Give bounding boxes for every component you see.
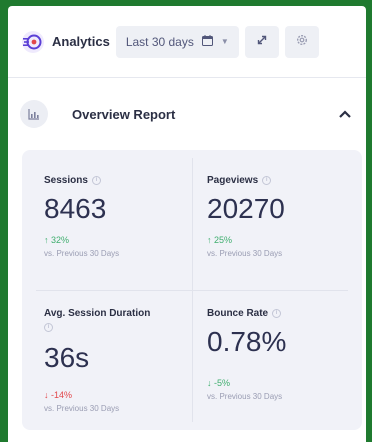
metric-change: 32%	[51, 235, 70, 245]
metric-change: -5%	[214, 378, 231, 388]
widget-header: Analytics Last 30 days ▼	[8, 6, 366, 78]
metric-compare: vs. Previous 30 Days	[207, 392, 283, 401]
metric-value: 0.78%	[207, 326, 287, 357]
arrow-down-icon: ↓	[207, 378, 212, 388]
metric-compare: vs. Previous 30 Days	[44, 249, 120, 258]
metric-pageviews: Pageviews i 20270 ↑ 25% vs. Previous 30 …	[192, 158, 348, 290]
section-title: Overview Report	[72, 106, 176, 122]
chevron-up-icon[interactable]	[338, 106, 352, 122]
info-icon[interactable]: i	[272, 309, 282, 318]
metric-sessions: Sessions i 8463 ↑ 32% vs. Previous 30 Da…	[36, 158, 192, 290]
metric-label: Sessions	[44, 175, 88, 186]
expand-icon	[256, 34, 268, 49]
metric-value: 36s	[44, 342, 90, 373]
date-range-label: Last 30 days	[125, 34, 194, 49]
metrics-card: Sessions i 8463 ↑ 32% vs. Previous 30 Da…	[22, 150, 362, 430]
info-icon[interactable]: i	[262, 176, 272, 185]
metric-compare: vs. Previous 30 Days	[44, 404, 120, 413]
date-range-dropdown[interactable]: Last 30 days ▼	[115, 25, 239, 58]
overview-report-header[interactable]: Overview Report	[8, 78, 366, 150]
metric-bounce-rate: Bounce Rate i 0.78% ↓ -5% vs. Previous 3…	[192, 290, 348, 422]
info-icon[interactable]: i	[91, 176, 101, 185]
metric-change: 25%	[214, 235, 233, 245]
metric-change: -14%	[51, 390, 73, 400]
metric-label: Avg. Session Duration	[44, 308, 151, 319]
arrow-down-icon: ↓	[44, 390, 49, 400]
expand-button[interactable]	[244, 25, 279, 58]
metric-compare: vs. Previous 30 Days	[207, 249, 283, 258]
analytics-widget: Analytics Last 30 days ▼ Overview Report…	[8, 6, 366, 442]
metric-value: 8463	[44, 193, 107, 224]
metric-avg-session-duration: Avg. Session Duration i 36s ↓ -14% vs. P…	[36, 290, 192, 422]
info-icon[interactable]: i	[44, 323, 53, 332]
analytics-logo-icon	[20, 29, 46, 55]
arrow-up-icon: ↑	[44, 235, 49, 245]
settings-icon	[296, 34, 308, 49]
settings-button[interactable]	[284, 25, 319, 58]
chart-icon	[20, 100, 48, 128]
calendar-icon	[201, 34, 213, 49]
metric-value: 20270	[207, 193, 285, 224]
metric-label: Bounce Rate	[207, 308, 269, 319]
arrow-up-icon: ↑	[207, 235, 212, 245]
app-title: Analytics	[52, 34, 110, 49]
chevron-down-icon: ▼	[220, 37, 229, 46]
metric-label: Pageviews	[207, 175, 259, 186]
